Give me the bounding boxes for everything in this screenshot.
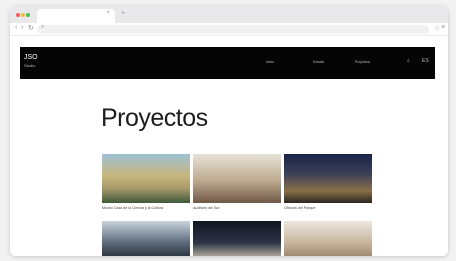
address-bar[interactable]: ⌕ xyxy=(37,24,429,34)
close-tab-icon[interactable]: × xyxy=(106,10,110,16)
project-card[interactable] xyxy=(284,221,372,256)
logo-subtext: Studio xyxy=(24,63,36,68)
nav-link-inicio[interactable]: Inicio xyxy=(266,60,274,64)
minimize-window-button[interactable] xyxy=(21,13,25,17)
browser-tab[interactable]: × xyxy=(37,9,115,23)
browser-toolbar: ‹ › ↻ ⌕ ☆ ≡ xyxy=(10,23,448,36)
tab-bar: × + xyxy=(10,6,448,23)
nav-link-proyectos[interactable]: Proyectos xyxy=(355,60,370,64)
site-header: JSO Studio Inicio Estudio Proyectos ⌕ ES xyxy=(20,47,435,79)
menu-icon[interactable]: ≡ xyxy=(441,24,445,31)
page-title: Proyectos xyxy=(101,104,208,132)
project-caption[interactable]: Oficinas del Parque xyxy=(284,206,372,211)
back-icon[interactable]: ‹ xyxy=(15,24,17,31)
forward-icon[interactable]: › xyxy=(21,24,23,31)
new-tab-button[interactable]: + xyxy=(121,10,125,17)
nav-link-estudio[interactable]: Estudio xyxy=(313,60,324,64)
site-logo[interactable]: JSO Studio xyxy=(24,54,38,69)
project-card[interactable] xyxy=(102,154,190,203)
logo-text: JSO xyxy=(24,54,38,61)
project-card[interactable] xyxy=(193,154,281,203)
maximize-window-button[interactable] xyxy=(26,13,30,17)
project-card[interactable] xyxy=(102,221,190,256)
project-caption[interactable]: Museo Casa de la Ciencia y la Cultura xyxy=(102,206,190,211)
language-icon[interactable]: ES xyxy=(422,58,429,64)
bookmark-icon[interactable]: ☆ xyxy=(434,24,440,32)
reload-icon[interactable]: ↻ xyxy=(28,24,34,32)
project-caption[interactable]: Auditorio del Sur xyxy=(193,206,281,211)
browser-window: × + ‹ › ↻ ⌕ ☆ ≡ JSO Studio Inicio Estudi… xyxy=(10,6,448,256)
close-window-button[interactable] xyxy=(16,13,20,17)
project-card[interactable] xyxy=(193,221,281,256)
web-page: JSO Studio Inicio Estudio Proyectos ⌕ ES… xyxy=(10,36,448,256)
search-icon: ⌕ xyxy=(41,24,45,30)
project-card[interactable] xyxy=(284,154,372,203)
search-icon[interactable]: ⌕ xyxy=(407,58,410,64)
